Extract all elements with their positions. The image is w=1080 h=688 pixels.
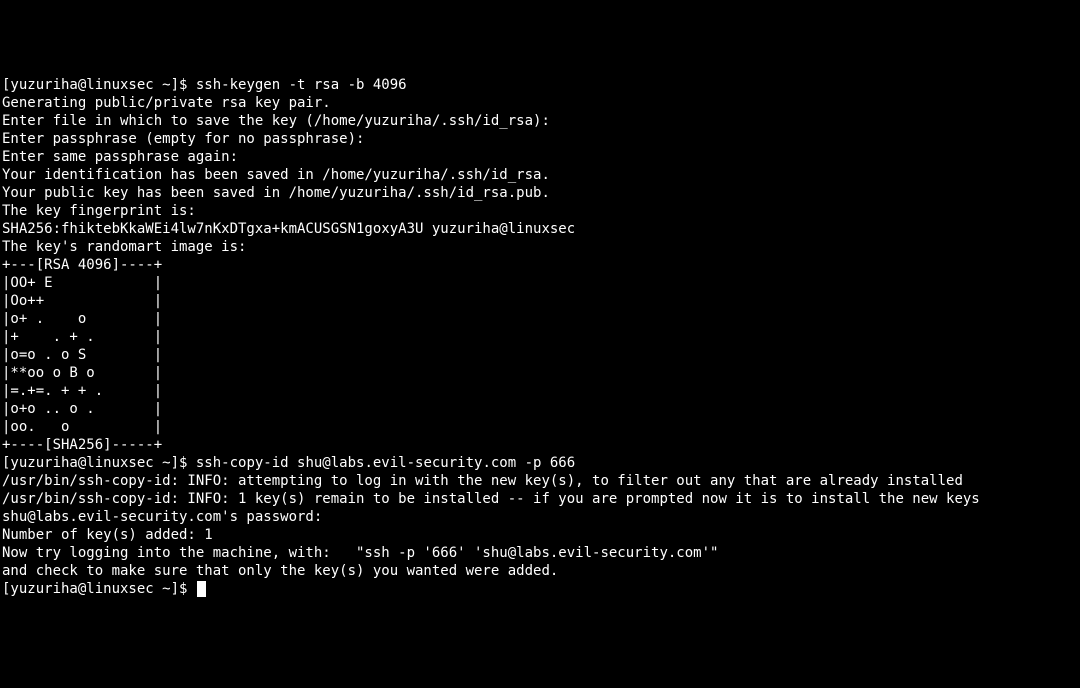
randomart-line: |=.+=. + + . | [2, 382, 1078, 400]
output-line: /usr/bin/ssh-copy-id: INFO: attempting t… [2, 472, 1078, 490]
output-line: Enter same passphrase again: [2, 148, 1078, 166]
output-line: The key fingerprint is: [2, 202, 1078, 220]
output-line: Enter file in which to save the key (/ho… [2, 112, 1078, 130]
command-text: ssh-copy-id shu@labs.evil-security.com -… [196, 455, 575, 471]
output-line: and check to make sure that only the key… [2, 562, 1078, 580]
randomart-line: |o+o .. o . | [2, 400, 1078, 418]
randomart-line: +----[SHA256]-----+ [2, 436, 1078, 454]
cursor-block [197, 581, 206, 597]
output-line: The key's randomart image is: [2, 238, 1078, 256]
randomart-line: |o=o . o S | [2, 346, 1078, 364]
terminal-output[interactable]: [yuzuriha@linuxsec ~]$ ssh-keygen -t rsa… [2, 76, 1078, 598]
output-line: shu@labs.evil-security.com's password: [2, 508, 1078, 526]
shell-prompt: [yuzuriha@linuxsec ~]$ [2, 581, 196, 597]
randomart-line: |Oo++ | [2, 292, 1078, 310]
randomart-line: |+ . + . | [2, 328, 1078, 346]
output-line: Your identification has been saved in /h… [2, 166, 1078, 184]
shell-prompt: [yuzuriha@linuxsec ~]$ [2, 455, 196, 471]
randomart-line: |**oo o B o | [2, 364, 1078, 382]
randomart-line: +---[RSA 4096]----+ [2, 256, 1078, 274]
output-line: Number of key(s) added: 1 [2, 526, 1078, 544]
output-line: Enter passphrase (empty for no passphras… [2, 130, 1078, 148]
command-text: ssh-keygen -t rsa -b 4096 [196, 77, 407, 93]
output-line: /usr/bin/ssh-copy-id: INFO: 1 key(s) rem… [2, 490, 1078, 508]
output-line: Now try logging into the machine, with: … [2, 544, 1078, 562]
output-line: Your public key has been saved in /home/… [2, 184, 1078, 202]
shell-prompt: [yuzuriha@linuxsec ~]$ [2, 77, 196, 93]
output-line: SHA256:fhiktebKkaWEi4lw7nKxDTgxa+kmACUSG… [2, 220, 1078, 238]
output-line: Generating public/private rsa key pair. [2, 94, 1078, 112]
randomart-line: |o+ . o | [2, 310, 1078, 328]
randomart-line: |oo. o | [2, 418, 1078, 436]
randomart-line: |OO+ E | [2, 274, 1078, 292]
